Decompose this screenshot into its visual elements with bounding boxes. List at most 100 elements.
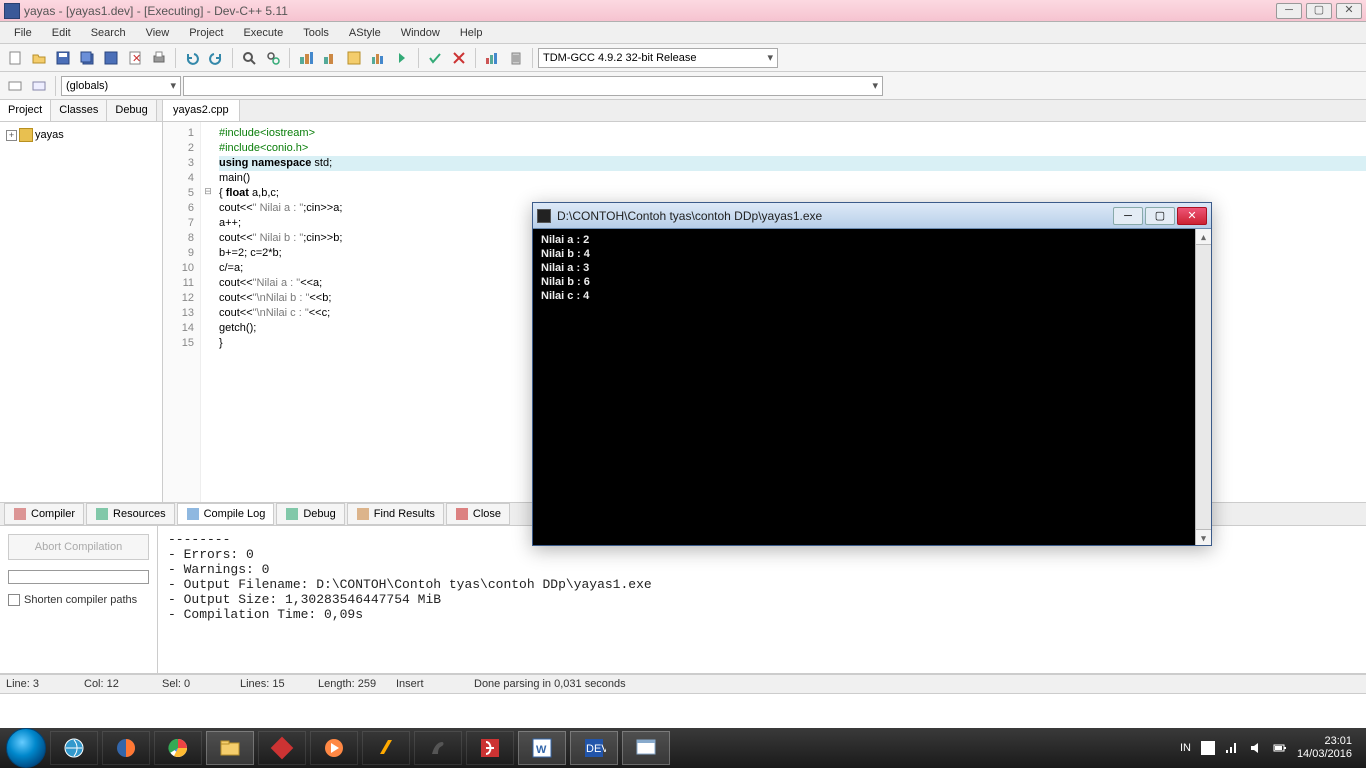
save-as-icon[interactable] (100, 47, 122, 69)
menu-help[interactable]: Help (450, 24, 493, 42)
console-window[interactable]: D:\CONTOH\Contoh tyas\contoh DDp\yayas1.… (532, 202, 1212, 546)
save-all-icon[interactable] (76, 47, 98, 69)
taskbar-dino-icon[interactable] (414, 731, 462, 765)
console-close-button[interactable]: ✕ (1177, 207, 1207, 225)
clean-icon[interactable] (505, 47, 527, 69)
undo-icon[interactable] (181, 47, 203, 69)
tray-battery-icon[interactable] (1273, 741, 1287, 755)
abort-compilation-button: Abort Compilation (8, 534, 149, 560)
member-combo[interactable]: ▾ (183, 76, 883, 96)
menu-astyle[interactable]: AStyle (339, 24, 391, 42)
scroll-up-icon[interactable]: ▴ (1196, 229, 1211, 245)
maximize-button[interactable]: ▢ (1306, 3, 1332, 19)
taskbar-ie-icon[interactable] (50, 731, 98, 765)
console-title-text: D:\CONTOH\Contoh tyas\contoh DDp\yayas1.… (557, 209, 1111, 223)
menu-edit[interactable]: Edit (42, 24, 81, 42)
save-icon[interactable] (52, 47, 74, 69)
rebuild-icon[interactable] (367, 47, 389, 69)
scroll-down-icon[interactable]: ▾ (1196, 529, 1211, 545)
menu-file[interactable]: File (4, 24, 42, 42)
tray-time[interactable]: 23:01 (1297, 735, 1352, 748)
menu-search[interactable]: Search (81, 24, 136, 42)
taskbar-app-icon[interactable] (258, 731, 306, 765)
status-message: Done parsing in 0,031 seconds (474, 678, 626, 690)
svg-text:DEV: DEV (586, 743, 606, 755)
taskbar-word-icon[interactable]: W (518, 731, 566, 765)
find-icon[interactable] (238, 47, 260, 69)
shorten-paths-checkbox[interactable]: Shorten compiler paths (8, 594, 149, 606)
compile-icon[interactable] (295, 47, 317, 69)
bottom-tab-close[interactable]: Close (446, 503, 510, 525)
replace-icon[interactable] (262, 47, 284, 69)
menu-execute[interactable]: Execute (233, 24, 293, 42)
minimize-button[interactable]: ─ (1276, 3, 1302, 19)
taskbar-media-icon[interactable] (310, 731, 358, 765)
status-col: Col: 12 (84, 678, 144, 690)
tree-root-item[interactable]: + yayas (4, 126, 158, 144)
menu-tools[interactable]: Tools (293, 24, 339, 42)
bottom-tab-compile-log[interactable]: Compile Log (177, 503, 275, 525)
print-icon[interactable] (148, 47, 170, 69)
menu-window[interactable]: Window (391, 24, 450, 42)
compile-log-panel: Abort Compilation Shorten compiler paths… (0, 526, 1366, 674)
tray-network-icon[interactable] (1225, 741, 1239, 755)
project-tree[interactable]: + yayas (0, 122, 162, 502)
debug-stop-icon[interactable] (448, 47, 470, 69)
console-output[interactable]: Nilai a : 2 Nilai b : 4Nilai a : 3Nilai … (533, 229, 1211, 545)
checkbox-icon[interactable] (8, 594, 20, 606)
taskbar[interactable]: W DEV IN 23:01 14/03/2016 (0, 728, 1366, 768)
redo-icon[interactable] (205, 47, 227, 69)
close-file-icon[interactable]: ✕ (124, 47, 146, 69)
console-minimize-button[interactable]: ─ (1113, 207, 1143, 225)
app-icon (4, 3, 20, 19)
scope-combo[interactable]: (globals)▾ (61, 76, 181, 96)
compiler-selector[interactable]: TDM-GCC 4.9.2 32-bit Release▾ (538, 48, 778, 68)
taskbar-acrobat-icon[interactable] (466, 731, 514, 765)
debug-check-icon[interactable] (424, 47, 446, 69)
toolbar-scope: (globals)▾ ▾ (0, 72, 1366, 100)
project-name: yayas (35, 129, 64, 141)
console-scrollbar[interactable]: ▴ ▾ (1195, 229, 1211, 545)
bottom-tab-find-results[interactable]: Find Results (347, 503, 444, 525)
console-icon (537, 209, 551, 223)
bottom-tab-compiler[interactable]: Compiler (4, 503, 84, 525)
goto-decl-icon[interactable] (4, 75, 26, 97)
status-mode: Insert (396, 678, 456, 690)
status-sel: Sel: 0 (162, 678, 222, 690)
status-lines: Lines: 15 (240, 678, 300, 690)
taskbar-console-icon[interactable] (622, 731, 670, 765)
file-tab[interactable]: yayas2.cpp (163, 100, 240, 121)
system-tray[interactable]: IN 23:01 14/03/2016 (1180, 735, 1360, 761)
close-button[interactable]: ✕ (1336, 3, 1362, 19)
tray-lang[interactable]: IN (1180, 742, 1191, 754)
open-icon[interactable] (28, 47, 50, 69)
taskbar-winamp-icon[interactable] (362, 731, 410, 765)
tray-date[interactable]: 14/03/2016 (1297, 748, 1352, 761)
profile-icon[interactable] (481, 47, 503, 69)
compile-progress (8, 570, 149, 584)
bottom-tab-debug[interactable]: Debug (276, 503, 344, 525)
run-icon[interactable] (319, 47, 341, 69)
compile-run-icon[interactable] (343, 47, 365, 69)
tray-flag-icon[interactable] (1201, 741, 1215, 755)
left-tab-debug[interactable]: Debug (107, 100, 156, 121)
taskbar-chrome-icon[interactable] (154, 731, 202, 765)
taskbar-explorer-icon[interactable] (206, 731, 254, 765)
left-tab-project[interactable]: Project (0, 100, 51, 121)
console-maximize-button[interactable]: ▢ (1145, 207, 1175, 225)
menu-project[interactable]: Project (179, 24, 233, 42)
new-file-icon[interactable] (4, 47, 26, 69)
menu-view[interactable]: View (136, 24, 180, 42)
compile-log-text[interactable]: -------- - Errors: 0 - Warnings: 0 - Out… (158, 526, 1366, 673)
start-button[interactable] (6, 728, 46, 768)
left-tab-classes[interactable]: Classes (51, 100, 107, 121)
svg-text:W: W (536, 744, 547, 756)
expand-icon[interactable]: + (6, 130, 17, 141)
taskbar-firefox-icon[interactable] (102, 731, 150, 765)
debug-icon[interactable] (391, 47, 413, 69)
console-titlebar[interactable]: D:\CONTOH\Contoh tyas\contoh DDp\yayas1.… (533, 203, 1211, 229)
tray-volume-icon[interactable] (1249, 741, 1263, 755)
goto-impl-icon[interactable] (28, 75, 50, 97)
taskbar-devcpp-icon[interactable]: DEV (570, 731, 618, 765)
bottom-tab-resources[interactable]: Resources (86, 503, 175, 525)
